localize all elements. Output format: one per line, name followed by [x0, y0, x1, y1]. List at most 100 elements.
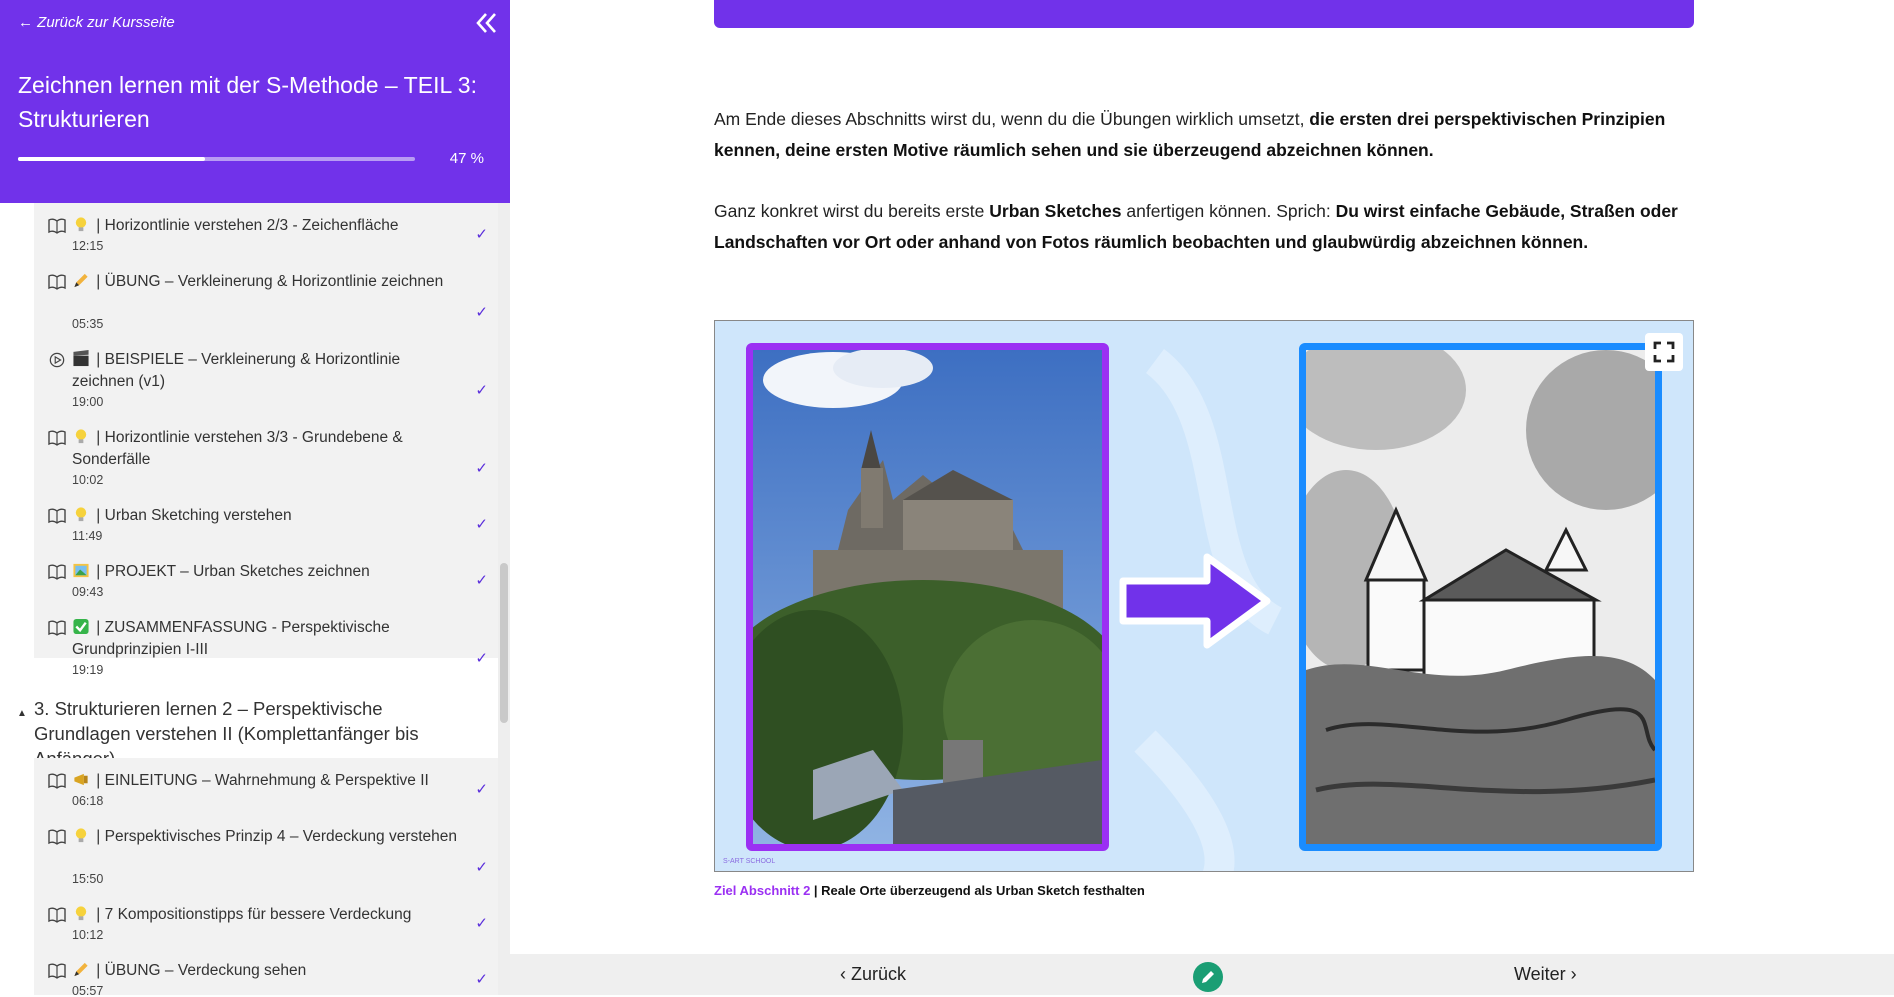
lesson-title-text: | ZUSAMMENFASSUNG - Perspektivische Grun… — [72, 619, 390, 658]
text-lesson-icon — [48, 963, 66, 979]
lesson-duration: 12:15 — [72, 239, 104, 253]
progress-percentage: 47 % — [449, 150, 484, 167]
lesson-item[interactable]: | ÜBUNG – Verdeckung sehen 05:57 ✓ — [34, 960, 498, 995]
pencil-icon — [72, 962, 92, 979]
lesson-duration: 05:57 — [72, 984, 104, 995]
lesson-duration: 09:43 — [72, 585, 104, 599]
lesson-title-text: | Perspektivisches Prinzip 4 – Verdeckun… — [92, 828, 458, 845]
lesson-duration: 06:18 — [72, 794, 104, 808]
lesson-title-text: | Urban Sketching verstehen — [92, 507, 292, 524]
scrollbar-thumb[interactable] — [500, 563, 508, 723]
edit-button[interactable] — [1193, 962, 1223, 992]
lesson-title-text: | EINLEITUNG – Wahrnehmung & Perspektive… — [92, 772, 429, 789]
bulb-icon — [72, 429, 92, 446]
picture-icon — [72, 563, 92, 580]
arrow-right-icon — [1119, 553, 1271, 649]
lesson-title: | Perspektivisches Prinzip 4 – Verdeckun… — [72, 826, 464, 848]
bulb-icon — [72, 507, 92, 524]
lesson-item[interactable]: | 7 Kompositionstipps für bessere Verdec… — [34, 904, 498, 960]
text-lesson-icon — [48, 218, 66, 234]
lesson-group: | Horizontlinie verstehen 2/3 - Zeichenf… — [34, 203, 498, 677]
fullscreen-icon[interactable] — [1645, 333, 1683, 371]
completed-check-icon: ✓ — [475, 971, 488, 988]
next-lesson-button[interactable]: Weiter › — [1514, 964, 1577, 985]
lesson-title: | EINLEITUNG – Wahrnehmung & Perspektive… — [72, 770, 464, 792]
back-to-course-link[interactable]: ← Zurück zur Kursseite — [18, 14, 175, 31]
text-lesson-icon — [48, 564, 66, 580]
text-lesson-icon — [48, 620, 66, 636]
sidebar-scrollbar[interactable] — [498, 203, 510, 995]
completed-check-icon: ✓ — [475, 572, 488, 589]
text-lesson-icon — [48, 430, 66, 446]
course-title: Zeichnen lernen mit der S-Methode – TEIL… — [18, 72, 477, 132]
progress-bar-fill — [18, 157, 205, 161]
lesson-list: | Horizontlinie verstehen 2/3 - Zeichenf… — [0, 203, 498, 995]
lesson-title: | 7 Kompositionstipps für bessere Verdec… — [72, 904, 464, 926]
lesson-duration: 10:12 — [72, 928, 104, 942]
megaphone-icon — [72, 772, 92, 789]
completed-check-icon: ✓ — [475, 516, 488, 533]
figure-logo: S-ART SCHOOL — [723, 858, 776, 865]
text-lesson-icon — [48, 274, 66, 290]
lesson-title-text: | BEISPIELE – Verkleinerung & Horizontli… — [72, 351, 401, 390]
lesson-title: | ZUSAMMENFASSUNG - Perspektivische Grun… — [72, 617, 464, 661]
lesson-duration: 19:19 — [72, 663, 104, 677]
lesson-item[interactable]: | ÜBUNG – Verkleinerung & Horizontlinie … — [34, 271, 498, 349]
section-expand-icon[interactable]: ▲ — [17, 708, 27, 719]
lesson-title: | ÜBUNG – Verkleinerung & Horizontlinie … — [72, 271, 464, 293]
check-icon — [72, 618, 92, 636]
bulb-icon — [72, 217, 92, 234]
lesson-duration: 19:00 — [72, 395, 104, 409]
lesson-item[interactable]: | Horizontlinie verstehen 3/3 - Grundebe… — [34, 427, 498, 505]
lesson-item[interactable]: | Perspektivisches Prinzip 4 – Verdeckun… — [34, 826, 498, 904]
figure-caption: Ziel Abschnitt 2 | Reale Orte überzeugen… — [714, 883, 1145, 898]
course-sidebar: ← Zurück zur Kursseite Zeichnen lernen m… — [0, 0, 510, 995]
content-banner — [714, 0, 1694, 28]
completed-check-icon: ✓ — [475, 859, 488, 876]
lesson-title-text: | Horizontlinie verstehen 2/3 - Zeichenf… — [92, 217, 399, 234]
lesson-title: | Horizontlinie verstehen 2/3 - Zeichenf… — [72, 215, 464, 237]
completed-check-icon: ✓ — [475, 304, 488, 321]
collapse-sidebar-icon[interactable] — [470, 8, 500, 38]
lesson-navigation: ‹ Zurück Weiter › — [510, 954, 1894, 995]
progress-bar — [18, 157, 415, 161]
lesson-item[interactable]: | Horizontlinie verstehen 2/3 - Zeichenf… — [34, 215, 498, 271]
bulb-icon — [72, 828, 92, 845]
pencil-icon — [1202, 971, 1214, 983]
lesson-duration: 10:02 — [72, 473, 104, 487]
intro-paragraph: Am Ende dieses Abschnitts wirst du, wenn… — [714, 109, 1666, 160]
lesson-item[interactable]: | Urban Sketching verstehen 11:49 ✓ — [34, 505, 498, 561]
sidebar-header: ← Zurück zur Kursseite Zeichnen lernen m… — [0, 0, 510, 203]
lesson-title-text: | 7 Kompositionstipps für bessere Verdec… — [92, 906, 412, 923]
previous-lesson-button[interactable]: ‹ Zurück — [840, 964, 906, 985]
lesson-title-text: | ÜBUNG – Verdeckung sehen — [92, 962, 307, 979]
text-lesson-icon — [48, 907, 66, 923]
lesson-group: | EINLEITUNG – Wahrnehmung & Perspektive… — [34, 758, 498, 995]
castle-photo-illustration — [753, 350, 1102, 844]
video-lesson-icon — [49, 352, 65, 368]
completed-check-icon: ✓ — [475, 915, 488, 932]
completed-check-icon: ✓ — [475, 226, 488, 243]
lesson-item[interactable]: | BEISPIELE – Verkleinerung & Horizontli… — [34, 349, 498, 427]
lesson-title-text: | ÜBUNG – Verkleinerung & Horizontlinie … — [92, 273, 444, 290]
text-lesson-icon — [48, 829, 66, 845]
lesson-title: | Urban Sketching verstehen — [72, 505, 464, 527]
text-lesson-icon — [48, 508, 66, 524]
lesson-title-text: | PROJEKT – Urban Sketches zeichnen — [92, 563, 370, 580]
lesson-item[interactable]: | EINLEITUNG – Wahrnehmung & Perspektive… — [34, 770, 498, 826]
bulb-icon — [72, 906, 92, 923]
text-lesson-icon — [48, 773, 66, 789]
detail-paragraph: Ganz konkret wirst du bereits erste Urba… — [714, 201, 1678, 252]
lesson-duration: 15:50 — [72, 872, 104, 886]
completed-check-icon: ✓ — [475, 382, 488, 399]
lesson-title: | PROJEKT – Urban Sketches zeichnen — [72, 561, 464, 583]
completed-check-icon: ✓ — [475, 781, 488, 798]
section-goal-image: S-ART SCHOOL — [714, 320, 1694, 872]
lesson-title: | Horizontlinie verstehen 3/3 - Grundebe… — [72, 427, 464, 471]
lesson-title-text: | Horizontlinie verstehen 3/3 - Grundebe… — [72, 429, 403, 468]
pencil-icon — [72, 273, 92, 290]
castle-sketch — [1299, 343, 1662, 851]
lesson-item[interactable]: | PROJEKT – Urban Sketches zeichnen 09:43… — [34, 561, 498, 617]
lesson-title: | ÜBUNG – Verdeckung sehen — [72, 960, 464, 982]
castle-photo — [746, 343, 1109, 851]
